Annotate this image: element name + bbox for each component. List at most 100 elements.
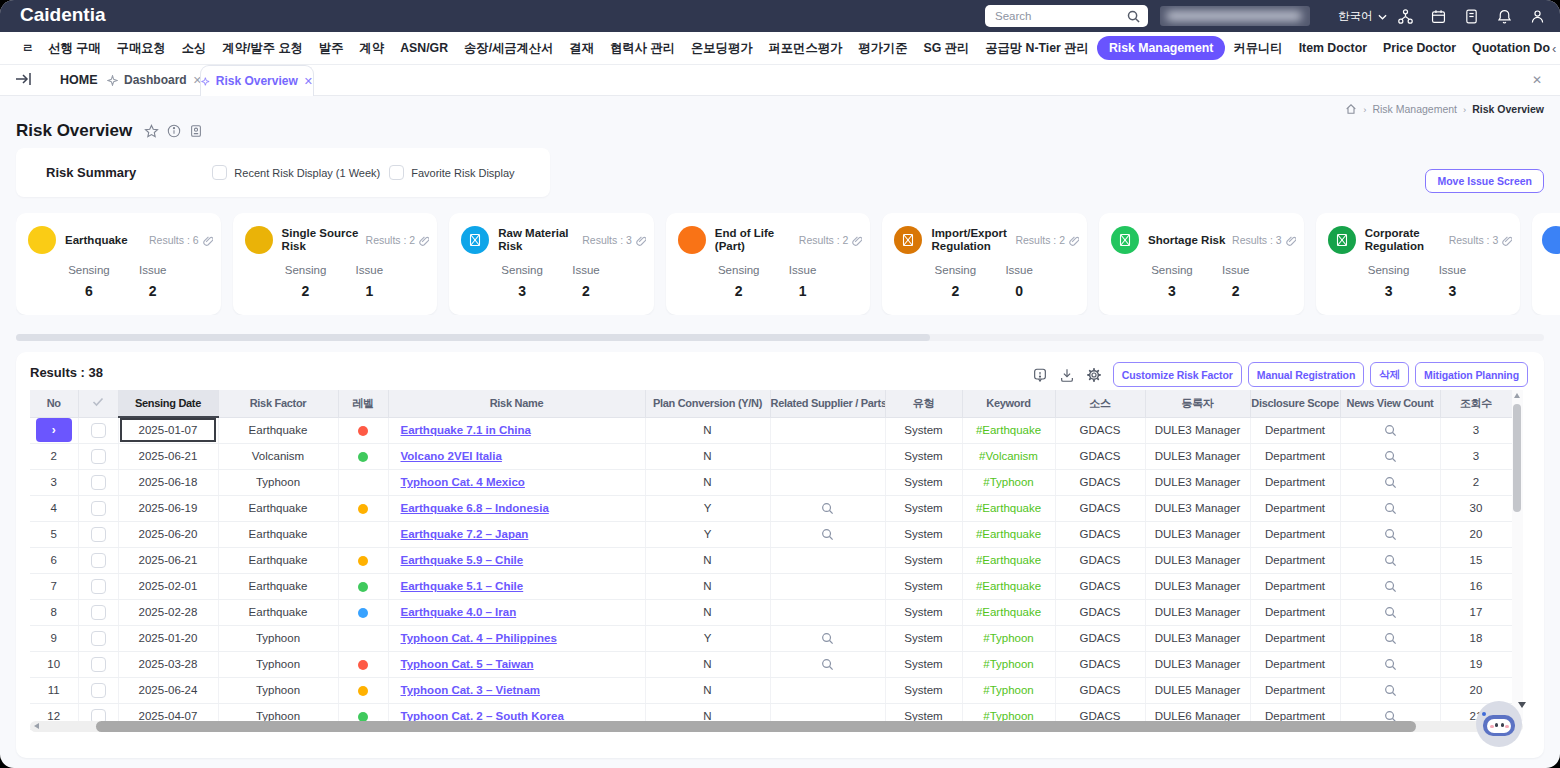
home-icon[interactable] — [1345, 103, 1357, 115]
risk-card-import-export-regulation[interactable]: Import/Export RegulationResults : 2 Sens… — [882, 213, 1087, 315]
org-chart-icon[interactable] — [1396, 4, 1414, 28]
related-supplier-search-icon[interactable] — [821, 657, 834, 669]
menu-item-risk-management[interactable]: Risk Management — [1097, 36, 1226, 60]
table-row[interactable]: 22025-06-21VolcanismVolcano 2VEI ItaliaN… — [30, 443, 1512, 469]
column-header-소스[interactable]: 소스 — [1055, 390, 1145, 417]
related-supplier-search-icon[interactable] — [821, 501, 834, 513]
tab-risk-overview[interactable]: Risk Overview ✕ — [200, 65, 314, 96]
sensing-count[interactable]: 6 — [57, 283, 121, 299]
breadcrumb-risk-management[interactable]: Risk Management — [1372, 103, 1457, 115]
row-checkbox[interactable] — [91, 579, 106, 594]
menu-item-발주[interactable]: 발주 — [311, 36, 352, 61]
news-view-search-icon[interactable] — [1384, 631, 1397, 643]
column-header-Risk Factor[interactable]: Risk Factor — [218, 390, 338, 417]
issue-count[interactable]: 0 — [987, 283, 1051, 299]
issue-count[interactable]: 2 — [554, 283, 618, 299]
cell-checkbox[interactable] — [78, 599, 118, 625]
table-vertical-scrollbar[interactable] — [1512, 390, 1523, 721]
menu-item-quotation-do[interactable]: Quotation Do — [1464, 37, 1550, 59]
horizontal-scrollbar-thumb[interactable] — [96, 721, 1416, 732]
table-row[interactable]: 112025-06-24TyphoonTyphoon Cat. 3 – Viet… — [30, 677, 1512, 703]
menu-item-sg-관리[interactable]: SG 관리 — [915, 36, 977, 61]
news-view-search-icon[interactable] — [1384, 579, 1397, 591]
issue-count[interactable]: 2 — [121, 283, 185, 299]
risk-card-results[interactable]: Results : 3 — [1232, 234, 1296, 246]
expand-row-button[interactable]: › — [36, 418, 72, 442]
cell-checkbox[interactable] — [78, 573, 118, 599]
notes-icon[interactable] — [1462, 4, 1480, 28]
risk-card-results[interactable]: Results : 2 — [1015, 234, 1079, 246]
row-checkbox[interactable] — [91, 449, 106, 464]
menu-item-price-doctor[interactable]: Price Doctor — [1375, 37, 1464, 59]
menu-item-공급망-n-tier-관리[interactable]: 공급망 N-Tier 관리 — [977, 36, 1097, 61]
related-supplier-search-icon[interactable] — [821, 527, 834, 539]
user-profile-icon[interactable] — [1528, 4, 1546, 28]
menu-item-계약[interactable]: 계약 — [352, 36, 393, 61]
menu-item-온보딩평가[interactable]: 온보딩평가 — [683, 36, 760, 61]
cards-scrollbar-thumb[interactable] — [16, 334, 930, 341]
column-header-Risk Name[interactable]: Risk Name — [388, 390, 645, 417]
risk-card-earthquake[interactable]: EarthquakeResults : 6 Sensing6Issue2 — [16, 213, 221, 315]
column-header-Plan Conversion (Y/N)[interactable]: Plan Conversion (Y/N) — [645, 390, 770, 417]
move-issue-screen-button[interactable]: Move Issue Screen — [1425, 169, 1544, 193]
menu-item-평가기준[interactable]: 평가기준 — [850, 36, 915, 61]
menu-item-커뮤니티[interactable]: 커뮤니티 — [1225, 36, 1290, 61]
sensing-count[interactable]: 2 — [707, 283, 771, 299]
customize-risk-factor-button[interactable]: Customize Risk Factor — [1113, 362, 1242, 387]
cell-checkbox[interactable] — [78, 495, 118, 521]
news-view-search-icon[interactable] — [1384, 501, 1397, 513]
cell-checkbox[interactable] — [78, 625, 118, 651]
column-header-조회수[interactable]: 조회수 — [1440, 390, 1512, 417]
row-checkbox[interactable] — [91, 631, 106, 646]
row-checkbox[interactable] — [91, 605, 106, 620]
feedback-icon[interactable] — [1032, 367, 1048, 383]
mitigation-planning-button[interactable]: Mitigation Planning — [1415, 362, 1528, 387]
risk-card-single-source-risk[interactable]: Single Source RiskResults : 2 Sensing2Is… — [233, 213, 438, 315]
row-checkbox[interactable] — [91, 501, 106, 516]
issue-count[interactable]: 3 — [1420, 283, 1484, 299]
row-checkbox[interactable] — [91, 423, 106, 438]
favorite-risk-checkbox[interactable]: Favorite Risk Display — [389, 165, 514, 180]
manual-registration-button[interactable]: Manual Registration — [1248, 362, 1364, 387]
tabbar-close-icon[interactable]: ✕ — [1532, 73, 1542, 87]
risk-name-link[interactable]: Earthquake 4.0 – Iran — [401, 606, 517, 618]
issue-count[interactable]: 1 — [337, 283, 401, 299]
row-checkbox[interactable] — [91, 683, 106, 698]
news-view-search-icon[interactable] — [1384, 553, 1397, 565]
menu-item-송장-세금계산서[interactable]: 송장/세금계산서 — [456, 36, 562, 61]
menu-item-선행-구매[interactable]: 선행 구매 — [40, 36, 109, 61]
tab-close-icon[interactable]: ✕ — [304, 75, 313, 88]
cell-checkbox[interactable] — [78, 677, 118, 703]
row-checkbox[interactable] — [91, 657, 106, 672]
menu-item-계약-발주-요청[interactable]: 계약/발주 요청 — [214, 36, 311, 61]
menu-item-소싱[interactable]: 소싱 — [174, 36, 215, 61]
column-header-Related Supplier / Parts[interactable]: Related Supplier / Parts — [770, 390, 885, 417]
column-header-News View Count[interactable]: News View Count — [1340, 390, 1440, 417]
risk-card-results[interactable]: Results : 2 — [366, 234, 430, 246]
risk-name-link[interactable]: Earthquake 7.1 in China — [401, 424, 531, 436]
scroll-up-arrow[interactable] — [1514, 393, 1520, 398]
risk-name-link[interactable]: Typhoon Cat. 3 – Vietnam — [401, 684, 541, 696]
risk-card-results[interactable]: Results : 3 — [582, 234, 646, 246]
menu-item-퍼포먼스평가[interactable]: 퍼포먼스평가 — [761, 36, 851, 61]
column-header-유형[interactable]: 유형 — [885, 390, 962, 417]
info-icon[interactable] — [167, 124, 181, 138]
cell-checkbox[interactable] — [78, 651, 118, 677]
cell-checkbox[interactable] — [78, 521, 118, 547]
risk-card-results[interactable]: Results : 3 — [1449, 234, 1513, 246]
menu-item-구매요청[interactable]: 구매요청 — [109, 36, 174, 61]
issue-count[interactable]: 2 — [1204, 283, 1268, 299]
sensing-count[interactable]: 2 — [274, 283, 338, 299]
column-header-Sensing Date[interactable]: Sensing Date — [118, 390, 218, 417]
news-view-search-icon[interactable] — [1384, 605, 1397, 617]
news-view-search-icon[interactable] — [1384, 657, 1397, 669]
news-view-search-icon[interactable] — [1384, 475, 1397, 487]
risk-name-link[interactable]: Earthquake 6.8 – Indonesia — [401, 502, 549, 514]
collapse-sidebar-icon[interactable] — [16, 72, 32, 86]
scroll-left-arrow[interactable] — [34, 723, 39, 729]
cell-checkbox[interactable] — [78, 547, 118, 573]
news-view-search-icon[interactable] — [1384, 449, 1397, 461]
news-view-search-icon[interactable] — [1384, 527, 1397, 539]
risk-card-results[interactable]: Results : 2 — [799, 234, 863, 246]
cell-checkbox[interactable] — [78, 417, 118, 443]
